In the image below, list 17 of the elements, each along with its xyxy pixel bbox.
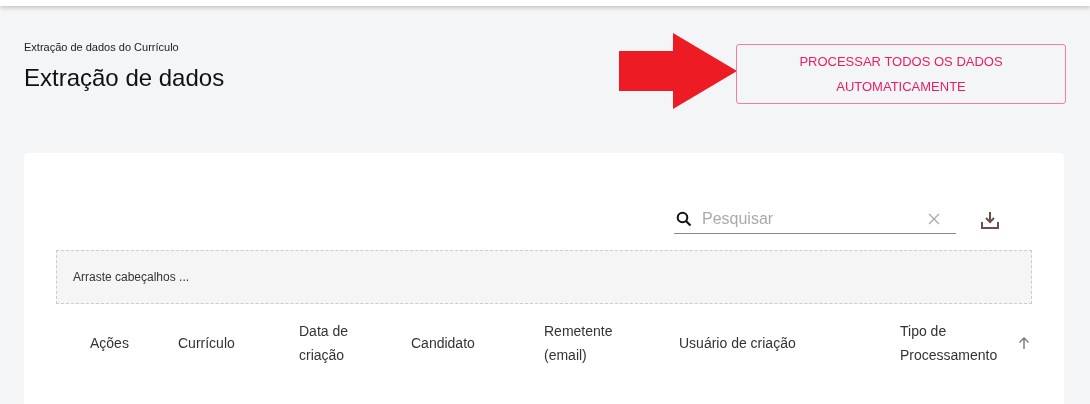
search-icon xyxy=(676,211,692,227)
column-header[interactable]: Currículo xyxy=(178,331,235,355)
search-field[interactable]: Pesquisar xyxy=(702,207,928,231)
page-title: Extração de dados xyxy=(24,62,225,93)
breadcrumb: Extração de dados do Currículo xyxy=(24,40,180,55)
process-all-button[interactable]: PROCESSAR TODOS OS DADOS AUTOMATICAMENTE xyxy=(736,44,1066,104)
column-header[interactable]: Tipo de Processamento xyxy=(900,319,1014,367)
column-header[interactable]: Data de criação xyxy=(299,319,349,367)
column-header[interactable]: Remetente (email) xyxy=(544,319,640,367)
sort-arrow-icon[interactable] xyxy=(1018,336,1030,350)
download-icon[interactable] xyxy=(980,209,1000,230)
column-header[interactable]: Candidato xyxy=(411,331,475,355)
close-icon[interactable] xyxy=(928,213,940,225)
column-header[interactable]: Ações xyxy=(90,331,129,355)
column-header[interactable]: Usuário de criação xyxy=(679,331,796,355)
arrow-icon xyxy=(619,33,737,109)
group-panel-hint: Arraste cabeçalhos ... xyxy=(73,269,190,286)
